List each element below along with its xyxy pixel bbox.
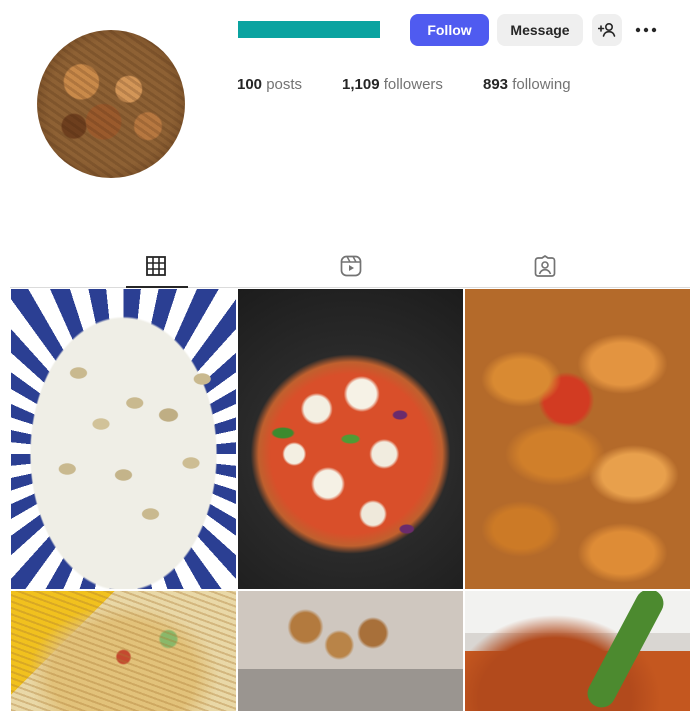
tabs-divider	[10, 287, 690, 288]
tab-tagged[interactable]	[530, 253, 560, 279]
add-user-icon	[598, 22, 616, 37]
followers-count: 1,109	[342, 76, 380, 93]
post-thumbnail-curry[interactable]	[465, 591, 690, 711]
post-thumbnail-noodles[interactable]	[11, 591, 236, 711]
more-options-icon	[635, 27, 657, 33]
more-options-button[interactable]	[632, 14, 660, 46]
following-label: following	[512, 76, 571, 93]
posts-label: posts	[266, 76, 303, 93]
posts-stat[interactable]: 100 posts	[237, 76, 302, 93]
tab-reels[interactable]	[336, 253, 366, 279]
follow-button[interactable]: Follow	[410, 14, 489, 46]
profile-avatar[interactable]	[37, 30, 185, 178]
followers-stat[interactable]: 1,109 followers	[342, 76, 443, 93]
tab-posts-grid[interactable]	[141, 253, 171, 279]
following-stat[interactable]: 893 following	[483, 76, 571, 93]
posts-count: 100	[237, 76, 263, 93]
post-thumbnail-fried-chicken[interactable]	[465, 289, 690, 589]
grid-icon	[146, 256, 166, 276]
following-count: 893	[483, 76, 509, 93]
active-tab-indicator	[126, 286, 188, 288]
followers-label: followers	[383, 76, 443, 93]
reels-icon	[340, 255, 362, 277]
tagged-icon	[534, 255, 556, 277]
post-thumbnail-pizza[interactable]	[238, 289, 463, 589]
message-button[interactable]: Message	[497, 14, 583, 46]
add-user-button[interactable]	[592, 14, 622, 46]
post-thumbnail-snacks[interactable]	[238, 591, 463, 711]
username-placeholder	[238, 21, 380, 38]
post-thumbnail-kheer[interactable]	[11, 289, 236, 589]
